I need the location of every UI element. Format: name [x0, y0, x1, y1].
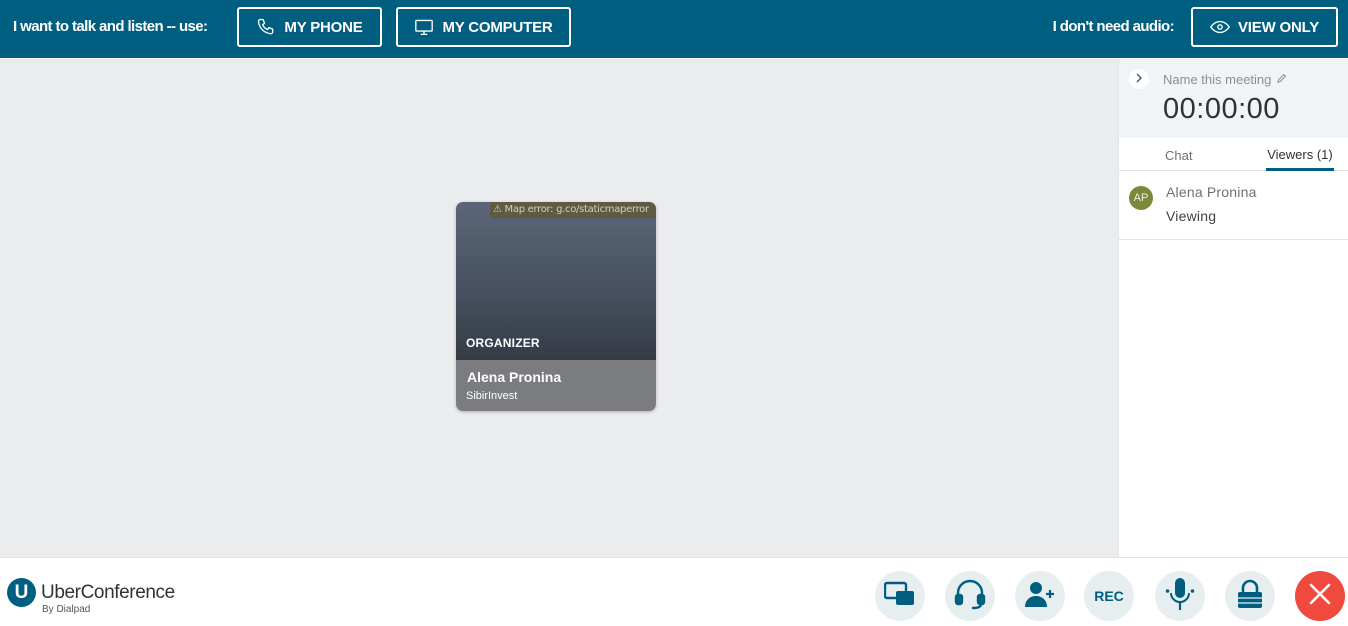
audio-settings-button[interactable]: [945, 571, 995, 621]
participant-role: ORGANIZER: [466, 336, 540, 350]
chevron-right-icon: [1134, 72, 1144, 86]
my-computer-label: MY COMPUTER: [442, 18, 553, 36]
microphone-button[interactable]: [1155, 571, 1205, 621]
sidebar: Name this meeting 00:00:00 Chat Viewers …: [1118, 59, 1348, 557]
tab-chat[interactable]: Chat: [1165, 138, 1192, 171]
brand-name: UberConference: [41, 582, 175, 603]
view-only-button[interactable]: VIEW ONLY: [1191, 7, 1338, 47]
sidebar-tabs: Chat Viewers (1): [1119, 138, 1348, 171]
screen-share-icon: [883, 581, 916, 612]
no-audio-prompt: I don't need audio:: [1052, 18, 1175, 35]
avatar: AP: [1129, 186, 1153, 210]
my-computer-button[interactable]: MY COMPUTER: [396, 7, 571, 47]
brand-subtitle: By Dialpad: [42, 604, 91, 615]
record-button[interactable]: REC: [1084, 571, 1134, 621]
monitor-icon: [414, 18, 434, 36]
meeting-header: Name this meeting 00:00:00: [1119, 59, 1348, 138]
invite-button[interactable]: [1015, 571, 1065, 621]
bottom-bar: U UberConference By Dialpad REC: [0, 557, 1348, 626]
my-phone-button[interactable]: MY PHONE: [237, 7, 382, 47]
participant-company: SibirInvest: [466, 390, 518, 402]
viewer-name: Alena Pronina: [1166, 184, 1257, 200]
view-only-label: VIEW ONLY: [1238, 18, 1319, 36]
participant-card[interactable]: ⚠ Map error: g.co/staticmaperror ORGANIZ…: [456, 202, 656, 411]
lock-meeting-button[interactable]: [1225, 571, 1275, 621]
collapse-sidebar-button[interactable]: [1129, 69, 1149, 89]
viewer-status: Viewing: [1166, 208, 1217, 224]
participant-name: Alena Pronina: [467, 369, 562, 385]
close-icon: [1308, 582, 1332, 611]
phone-icon: [256, 17, 276, 37]
pencil-icon: [1276, 72, 1287, 87]
eye-icon: [1210, 20, 1230, 34]
viewer-list-item: AP Alena Pronina Viewing: [1119, 171, 1348, 240]
my-phone-label: MY PHONE: [284, 18, 363, 36]
uberconference-logo-icon: U: [7, 578, 36, 607]
audio-bar: I want to talk and listen -- use: MY PHO…: [0, 0, 1348, 58]
conference-stage: ⚠ Map error: g.co/staticmaperror ORGANIZ…: [0, 59, 1118, 557]
add-user-icon: [1025, 580, 1055, 613]
participant-info: Alena Pronina SibirInvest: [456, 360, 656, 411]
screen-share-button[interactable]: [875, 571, 925, 621]
meeting-timer: 00:00:00: [1163, 93, 1280, 125]
meeting-name-field[interactable]: Name this meeting: [1163, 72, 1287, 87]
tab-viewers[interactable]: Viewers (1): [1266, 138, 1334, 171]
hang-up-button[interactable]: [1295, 571, 1345, 621]
lock-icon: [1237, 579, 1263, 614]
microphone-icon: [1165, 576, 1195, 617]
meeting-name-label: Name this meeting: [1163, 72, 1272, 87]
map-error-banner[interactable]: ⚠ Map error: g.co/staticmaperror: [490, 202, 656, 218]
headset-icon: [953, 577, 987, 616]
audio-prompt: I want to talk and listen -- use:: [13, 18, 208, 35]
